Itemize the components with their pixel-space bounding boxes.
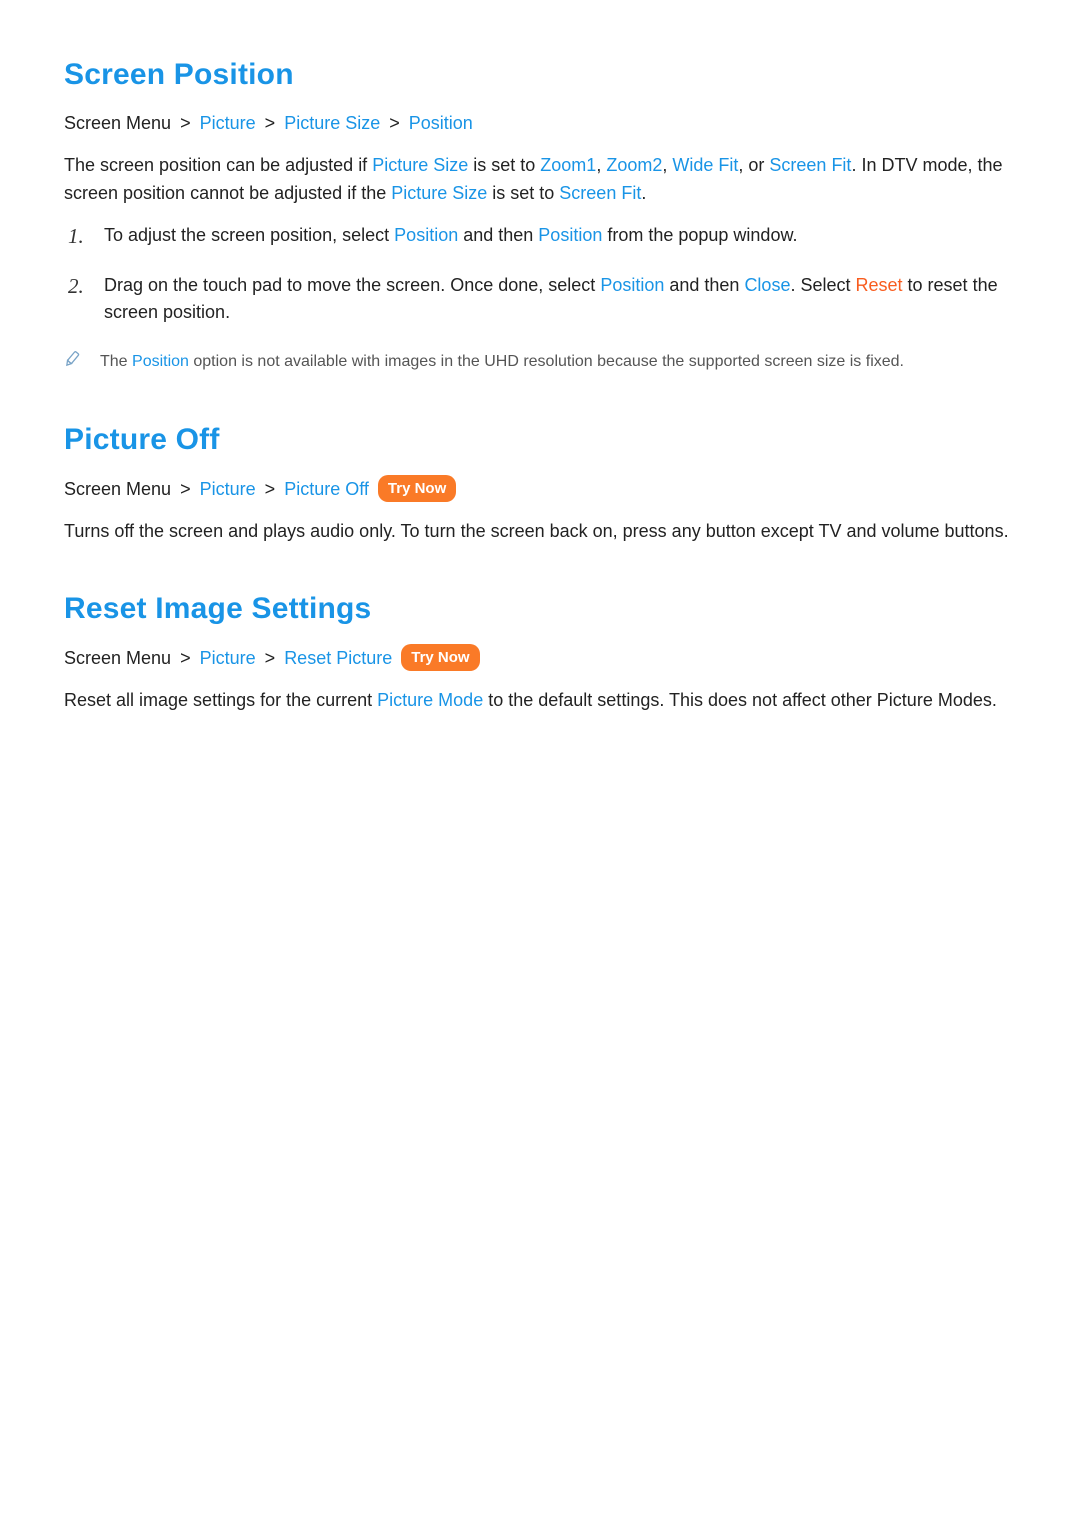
term-picture-mode: Picture Mode [377, 690, 483, 710]
text: Reset all image settings for the current [64, 690, 377, 710]
paragraph: Turns off the screen and plays audio onl… [64, 518, 1016, 546]
term-reset: Reset [856, 275, 903, 295]
crumb-picture[interactable]: Picture [200, 113, 256, 133]
crumb-reset-picture[interactable]: Reset Picture [284, 648, 392, 668]
separator-icon: > [265, 645, 276, 673]
crumb-picture[interactable]: Picture [200, 479, 256, 499]
text: option is not available with images in t… [189, 353, 904, 370]
term-zoom1: Zoom1 [540, 155, 596, 175]
section-reset-image-settings: Reset Image Settings Screen Menu > Pictu… [64, 592, 1016, 715]
text: To adjust the screen position, select [104, 225, 394, 245]
step-number: 2. [68, 270, 84, 303]
term-position: Position [600, 275, 664, 295]
heading-reset-image-settings: Reset Image Settings [64, 592, 1016, 626]
term-picture-size: Picture Size [391, 183, 487, 203]
separator-icon: > [265, 110, 276, 138]
crumb-root: Screen Menu [64, 479, 171, 499]
list-item: 1. To adjust the screen position, select… [64, 222, 1016, 250]
crumb-picture-size[interactable]: Picture Size [284, 113, 380, 133]
text: is set to [468, 155, 540, 175]
term-position: Position [394, 225, 458, 245]
try-now-badge[interactable]: Try Now [378, 475, 456, 502]
separator-icon: > [180, 110, 191, 138]
separator-icon: > [389, 110, 400, 138]
section-screen-position: Screen Position Screen Menu > Picture > … [64, 58, 1016, 377]
separator-icon: > [180, 476, 191, 504]
crumb-position[interactable]: Position [409, 113, 473, 133]
ordered-list: 1. To adjust the screen position, select… [64, 222, 1016, 328]
text: , [596, 155, 606, 175]
crumb-picture[interactable]: Picture [200, 648, 256, 668]
term-position: Position [132, 353, 189, 370]
term-picture-size: Picture Size [372, 155, 468, 175]
list-item: 2. Drag on the touch pad to move the scr… [64, 272, 1016, 328]
step-number: 1. [68, 220, 84, 253]
try-now-badge[interactable]: Try Now [401, 644, 479, 671]
text: Drag on the touch pad to move the screen… [104, 275, 600, 295]
text: The screen position can be adjusted if [64, 155, 372, 175]
term-close: Close [744, 275, 790, 295]
text: and then [458, 225, 538, 245]
term-wide-fit: Wide Fit [672, 155, 738, 175]
text: from the popup window. [602, 225, 797, 245]
text: , [662, 155, 672, 175]
separator-icon: > [180, 645, 191, 673]
text: , or [738, 155, 769, 175]
note: The Position option is not available wit… [64, 349, 1016, 377]
breadcrumb: Screen Menu > Picture > Picture Off Try … [64, 475, 1016, 504]
section-picture-off: Picture Off Screen Menu > Picture > Pict… [64, 423, 1016, 546]
crumb-picture-off[interactable]: Picture Off [284, 479, 369, 499]
heading-picture-off: Picture Off [64, 423, 1016, 457]
text: . Select [790, 275, 855, 295]
note-icon [64, 349, 82, 377]
text: and then [664, 275, 744, 295]
term-position: Position [538, 225, 602, 245]
text: The [100, 353, 132, 370]
term-screen-fit: Screen Fit [769, 155, 851, 175]
crumb-root: Screen Menu [64, 113, 171, 133]
term-zoom2: Zoom2 [606, 155, 662, 175]
document-page: Screen Position Screen Menu > Picture > … [0, 0, 1080, 801]
text: is set to [487, 183, 559, 203]
term-screen-fit: Screen Fit [559, 183, 641, 203]
paragraph: Reset all image settings for the current… [64, 687, 1016, 715]
text: . [641, 183, 646, 203]
separator-icon: > [265, 476, 276, 504]
text: to the default settings. This does not a… [483, 690, 997, 710]
note-text: The Position option is not available wit… [100, 349, 1016, 377]
breadcrumb: Screen Menu > Picture > Reset Picture Tr… [64, 644, 1016, 673]
breadcrumb: Screen Menu > Picture > Picture Size > P… [64, 110, 1016, 138]
crumb-root: Screen Menu [64, 648, 171, 668]
heading-screen-position: Screen Position [64, 58, 1016, 92]
paragraph: The screen position can be adjusted if P… [64, 152, 1016, 208]
